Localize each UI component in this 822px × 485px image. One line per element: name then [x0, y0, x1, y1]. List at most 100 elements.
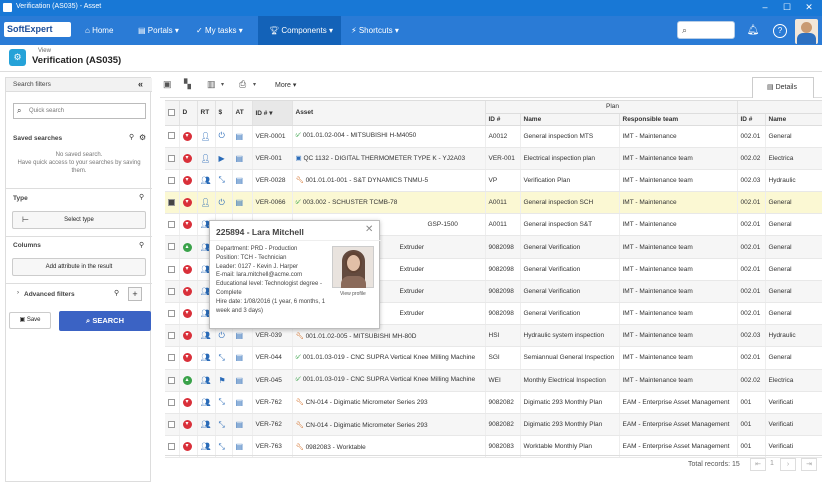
- more-menu[interactable]: More ▾: [275, 81, 296, 89]
- row-checkbox[interactable]: [168, 376, 175, 384]
- chart-dropdown-icon[interactable]: ▾: [221, 81, 224, 88]
- bookmark-icon[interactable]: ⚲: [129, 133, 134, 141]
- profile-photo[interactable]: [332, 246, 374, 288]
- table-row[interactable]: ▾ 👥︎ ⤡ ▤ VER-0028 🔧︎ 001.01.01-001 - S&T DYNA…: [165, 169, 822, 193]
- user-icon[interactable]: 👤︎: [201, 154, 211, 163]
- view-profile-link[interactable]: View profile: [340, 291, 366, 297]
- help-icon[interactable]: ?: [773, 24, 787, 38]
- row-checkbox[interactable]: [168, 221, 175, 229]
- select-all-checkbox[interactable]: [168, 109, 175, 117]
- advanced-filters-label[interactable]: Advanced filters: [24, 291, 75, 298]
- minimize-icon[interactable]: –: [758, 2, 772, 12]
- table-row[interactable]: ▾ 👥︎ ⤡ ▤ VER-044 ✅︎ 001.01.03-019 - CNC SUPRA…: [165, 346, 822, 370]
- checklist-icon[interactable]: ▤: [236, 442, 244, 451]
- print-dropdown-icon[interactable]: ▾: [253, 81, 256, 88]
- print-icon[interactable]: ⎙: [239, 79, 246, 90]
- state-icon[interactable]: ⤡: [219, 175, 225, 184]
- checklist-icon[interactable]: ▤: [236, 420, 244, 429]
- global-search-input[interactable]: ⌕: [677, 21, 735, 39]
- row-checkbox[interactable]: [168, 199, 175, 207]
- table-row[interactable]: ▾ 👤︎ ⏻ ▤ VER-0066 ✅︎ 003.002 - SCHUSTER TCMB-…: [165, 191, 822, 215]
- quick-search-input[interactable]: ⌕ Quick search: [13, 103, 146, 119]
- nav-components[interactable]: 🏆︎ Components ▾: [258, 16, 341, 45]
- col-plan-name[interactable]: Name: [520, 113, 620, 126]
- state-icon[interactable]: ⤡: [219, 420, 225, 429]
- checklist-icon[interactable]: ▤: [236, 176, 244, 185]
- select-all-header[interactable]: [165, 101, 180, 126]
- row-checkbox[interactable]: [168, 398, 175, 406]
- view-toggle-icon[interactable]: ▣: [163, 79, 172, 90]
- columns-filter-icon[interactable]: ⚲: [139, 241, 144, 249]
- state-icon[interactable]: ⤡: [219, 397, 225, 406]
- maximize-icon[interactable]: ☐: [780, 2, 794, 13]
- nav-my-tasks[interactable]: ✓ My tasks ▾: [196, 16, 254, 45]
- state-icon[interactable]: ⚑: [219, 376, 226, 385]
- state-icon[interactable]: ⤡: [219, 442, 225, 451]
- close-icon[interactable]: ✕: [365, 224, 373, 235]
- close-icon[interactable]: ✕: [802, 2, 816, 13]
- col-rt[interactable]: RT: [197, 101, 216, 126]
- select-type-button[interactable]: ⊢ Select type: [12, 211, 146, 229]
- user-icon[interactable]: 👥︎: [201, 376, 211, 385]
- user-icon[interactable]: 👥︎: [201, 442, 211, 451]
- add-filter-icon[interactable]: +: [128, 287, 142, 301]
- user-icon[interactable]: 👤︎: [201, 198, 211, 207]
- chart-icon[interactable]: ▥: [207, 79, 216, 90]
- state-icon[interactable]: ⤡: [219, 353, 225, 362]
- next-page-icon[interactable]: ›: [780, 458, 796, 471]
- checklist-icon[interactable]: ▤: [236, 376, 244, 385]
- details-tab[interactable]: ▤ Details: [752, 77, 814, 98]
- table-row[interactable]: ▴ 👥︎ ⚑ ▤ VER-045 ✅︎ 001.01.03-019 - CNC SUPRA…: [165, 369, 822, 392]
- col-asset[interactable]: Asset: [292, 101, 486, 126]
- first-page-icon[interactable]: ⇤: [750, 458, 766, 471]
- gear-icon[interactable]: ⚙︎: [139, 133, 146, 142]
- user-avatar[interactable]: [795, 19, 818, 44]
- checklist-icon[interactable]: ▤: [236, 353, 244, 362]
- row-checkbox[interactable]: [168, 265, 175, 273]
- row-checkbox[interactable]: [168, 154, 175, 162]
- checklist-icon[interactable]: ▤: [236, 398, 244, 407]
- search-button[interactable]: ⌕ SEARCH: [59, 311, 151, 331]
- checklist-icon[interactable]: ▤: [236, 331, 244, 340]
- user-icon[interactable]: 👥︎: [201, 398, 211, 407]
- row-checkbox[interactable]: [168, 287, 175, 295]
- row-checkbox[interactable]: [168, 443, 175, 451]
- user-icon[interactable]: 👤︎: [201, 132, 211, 141]
- nav-portals[interactable]: ▤ Portals ▾: [138, 16, 190, 45]
- state-icon[interactable]: ▶: [219, 154, 225, 163]
- tree-icon[interactable]: ▚: [184, 79, 191, 90]
- checklist-icon[interactable]: ▤: [236, 132, 244, 141]
- row-checkbox[interactable]: [168, 354, 175, 362]
- row-checkbox[interactable]: [168, 309, 175, 317]
- col-s[interactable]: $: [215, 101, 233, 126]
- state-icon[interactable]: ⏻: [219, 131, 225, 140]
- state-icon[interactable]: ⏻: [219, 331, 225, 340]
- advanced-filter-icon[interactable]: ⚲: [114, 289, 119, 297]
- nav-shortcuts[interactable]: ⚡︎ Shortcuts ▾: [351, 16, 411, 45]
- col-ac-name[interactable]: Name: [765, 113, 822, 126]
- collapse-icon[interactable]: «: [138, 79, 143, 89]
- last-page-icon[interactable]: ⇥: [801, 458, 817, 471]
- nav-home[interactable]: ⌂ Home: [85, 16, 135, 45]
- bell-icon[interactable]: 🔔︎: [746, 24, 760, 38]
- table-row[interactable]: ▾ 👥︎ ⤡ ▤ VER-762 🔧︎ CN-014 - Digimatic Microm…: [165, 391, 822, 414]
- checklist-icon[interactable]: ▤: [236, 154, 244, 163]
- col-d[interactable]: D: [179, 101, 198, 126]
- type-filter-icon[interactable]: ⚲: [139, 193, 144, 201]
- col-at[interactable]: AT: [232, 101, 253, 126]
- table-row[interactable]: ▾ 👤︎ ⏻ ▤ VER-0001 ✅︎ 001.01.02-004 - MITSUBIS…: [165, 125, 822, 148]
- user-icon[interactable]: 👥︎: [201, 420, 211, 429]
- save-button[interactable]: ▣ Save: [9, 312, 51, 329]
- add-attribute-button[interactable]: Add attribute in the result: [12, 258, 146, 276]
- col-team[interactable]: Responsible team: [619, 113, 738, 126]
- user-icon[interactable]: 👥︎: [201, 353, 211, 362]
- table-row[interactable]: ▾ 👤︎ ▶ ▤ VER-001 ▣ QC 1132 - DIGITAL THERMOME…: [165, 147, 822, 170]
- user-icon[interactable]: 👥︎: [201, 331, 211, 340]
- col-plan-id[interactable]: ID #: [485, 113, 521, 126]
- table-row[interactable]: ▾ 👥︎ ⤡ ▤ VER-762 🔧︎ CN-014 - Digimatic Microm…: [165, 413, 822, 437]
- row-checkbox[interactable]: [168, 420, 175, 428]
- row-checkbox[interactable]: [168, 132, 175, 140]
- col-id[interactable]: ID # ▾: [252, 101, 293, 126]
- expand-icon[interactable]: ›: [17, 290, 19, 296]
- row-checkbox[interactable]: [168, 176, 175, 184]
